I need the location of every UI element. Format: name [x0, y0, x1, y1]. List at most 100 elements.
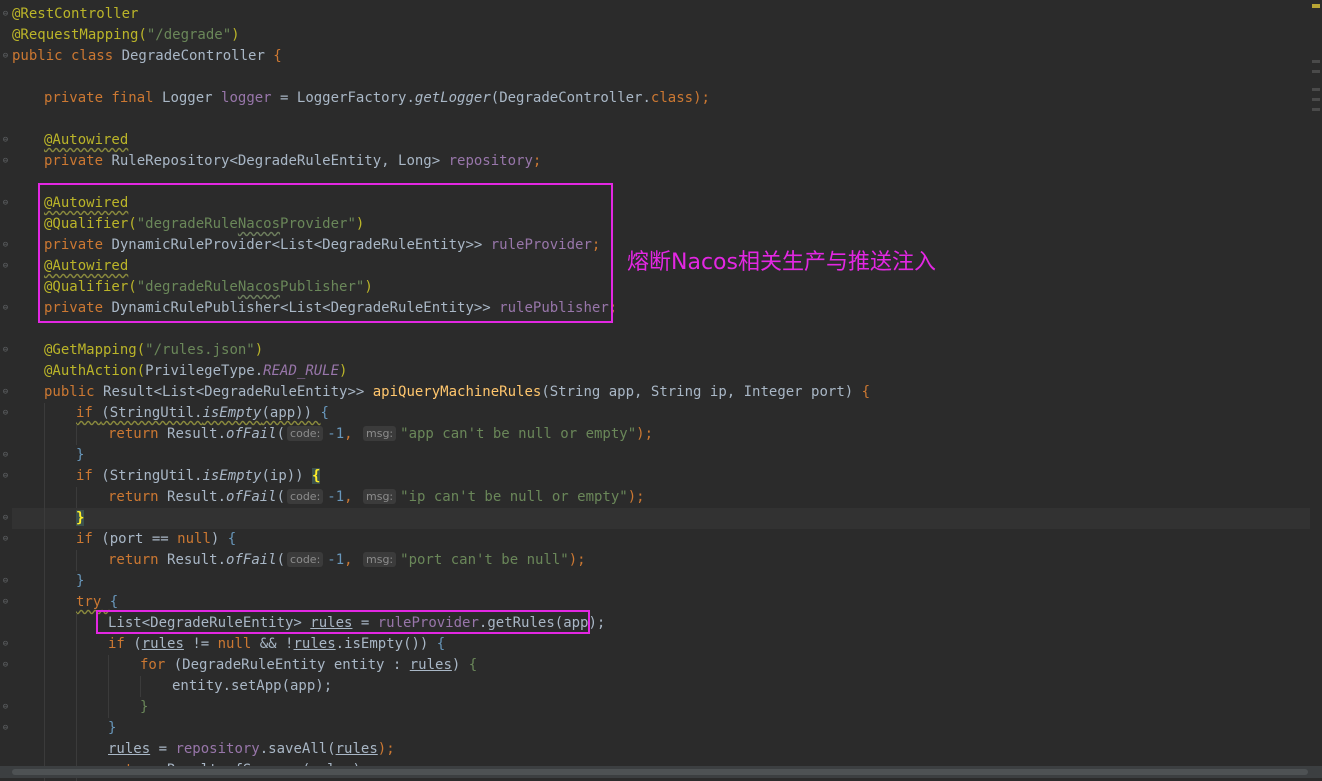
method: isEmpty	[202, 468, 262, 484]
method: getLogger	[414, 90, 491, 106]
code-text: (ip))	[261, 468, 313, 484]
keyword: if	[76, 468, 102, 484]
keyword: public	[44, 384, 104, 400]
code-line: }	[12, 445, 1322, 466]
fold-marker-icon[interactable]: ⊖	[1, 135, 10, 146]
fold-marker-icon[interactable]: ⊖	[1, 639, 10, 650]
fold-marker-icon[interactable]: ⊖	[1, 660, 10, 671]
keyword: try	[76, 594, 110, 610]
number-literal: -1	[327, 489, 345, 505]
code-text: = LoggerFactory.	[271, 90, 415, 106]
warning-marker-icon[interactable]	[1312, 4, 1320, 8]
constant: READ_RULE	[263, 363, 340, 379]
number-literal: -1	[327, 552, 345, 568]
fold-marker-icon[interactable]: ⊖	[1, 534, 10, 545]
annotation: )	[254, 342, 264, 358]
code-text: (DegradeRuleEntity entity :	[173, 657, 410, 673]
code-text: !=	[183, 636, 218, 652]
keyword: return	[108, 426, 168, 442]
error-stripe-marker[interactable]	[1312, 60, 1320, 63]
class-name: DegradeController	[121, 48, 274, 64]
code-text: Result.	[167, 426, 227, 442]
fold-marker-icon[interactable]: ⊖	[1, 723, 10, 734]
code-text: =	[150, 741, 176, 757]
keyword: if	[108, 636, 134, 652]
code-text: (StringUtil.	[101, 468, 203, 484]
code-line: }	[12, 508, 1322, 529]
code-text: (	[276, 426, 286, 442]
method: ofFail	[226, 552, 277, 568]
code-text: (	[276, 552, 286, 568]
brace: }	[76, 573, 85, 589]
type: Result<List<DegradeRuleEntity>>	[103, 384, 373, 400]
error-stripe-marker[interactable]	[1312, 70, 1320, 73]
code-line: public class DegradeController {	[12, 46, 1322, 67]
field: repository	[175, 741, 260, 757]
parameter-hint: msg:	[363, 426, 397, 441]
code-line: if (StringUtil.isEmpty(ip)) {	[12, 466, 1322, 487]
error-stripe-marker[interactable]	[1312, 108, 1320, 111]
code-line: public Result<List<DegradeRuleEntity>> a…	[12, 382, 1322, 403]
fold-marker-icon[interactable]: ⊖	[1, 156, 10, 167]
string-literal: "/degrade"	[146, 27, 232, 43]
fold-marker-icon[interactable]: ⊖	[1, 51, 10, 62]
horizontal-scrollbar[interactable]	[0, 766, 1322, 778]
error-stripe-marker[interactable]	[1312, 88, 1320, 91]
fold-marker-icon[interactable]: ⊖	[1, 408, 10, 419]
fold-marker-icon[interactable]: ⊖	[1, 513, 10, 524]
keyword: private	[44, 153, 112, 169]
code-text: .saveAll(	[259, 741, 336, 757]
fold-marker-icon[interactable]: ⊖	[1, 387, 10, 398]
parameter-hint: msg:	[363, 489, 397, 504]
code-text: )	[210, 531, 228, 547]
local-variable: rules	[409, 657, 452, 673]
fold-marker-icon[interactable]: ⊖	[1, 576, 10, 587]
number-literal: -1	[327, 426, 345, 442]
local-variable: rules	[335, 741, 378, 757]
annotation: @AuthAction(	[44, 363, 146, 379]
fold-marker-icon[interactable]: ⊖	[1, 303, 10, 314]
code-line: private RuleRepository<DegradeRuleEntity…	[12, 151, 1322, 172]
code-text: PrivilegeType.	[145, 363, 264, 379]
fold-marker-icon[interactable]: ⊖	[1, 471, 10, 482]
code-text: && !	[251, 636, 294, 652]
keyword: return	[108, 489, 168, 505]
code-line: @Autowired	[12, 130, 1322, 151]
fold-marker-icon[interactable]: ⊖	[1, 702, 10, 713]
fold-marker-icon[interactable]: ⊖	[1, 261, 10, 272]
code-line: private final Logger logger = LoggerFact…	[12, 88, 1322, 109]
fold-marker-icon[interactable]: ⊖	[1, 597, 10, 608]
highlight-box-get-rules	[96, 610, 590, 634]
keyword: if	[76, 531, 102, 547]
code-text: (port ==	[101, 531, 178, 547]
vertical-scrollbar[interactable]	[1310, 0, 1322, 766]
fold-marker-icon[interactable]: ⊖	[1, 240, 10, 251]
code-text: Result.	[167, 552, 227, 568]
fold-marker-icon[interactable]: ⊖	[1, 345, 10, 356]
fold-marker-icon[interactable]: ⊖	[1, 9, 10, 20]
keyword: if	[76, 405, 102, 421]
code-line: @RestController	[12, 4, 1322, 25]
code-text: );	[627, 489, 645, 505]
code-text: );	[377, 741, 395, 757]
annotation: @RestController	[12, 6, 139, 22]
code-line: if (rules != null && !rules.isEmpty()) {	[12, 634, 1322, 655]
string-literal: "app can't be null or empty"	[400, 426, 637, 442]
scrollbar-thumb[interactable]	[12, 769, 1308, 775]
annotation: )	[339, 363, 348, 379]
code-text: (StringUtil.	[101, 405, 203, 421]
code-text: ;	[532, 153, 542, 169]
method: ofFail	[226, 489, 277, 505]
code-editor[interactable]: @RestController @RequestMapping("/degrad…	[12, 4, 1322, 781]
fold-marker-icon[interactable]: ⊖	[1, 450, 10, 461]
fold-marker-icon[interactable]: ⊖	[1, 198, 10, 209]
code-text: entity.setApp(app);	[172, 678, 333, 694]
code-line: entity.setApp(app);	[12, 676, 1322, 697]
code-text: );	[568, 552, 586, 568]
highlight-box-injection	[38, 183, 613, 323]
method: ofFail	[226, 426, 277, 442]
code-text: )	[451, 657, 469, 673]
error-stripe-marker[interactable]	[1312, 98, 1320, 101]
code-line: }	[12, 571, 1322, 592]
